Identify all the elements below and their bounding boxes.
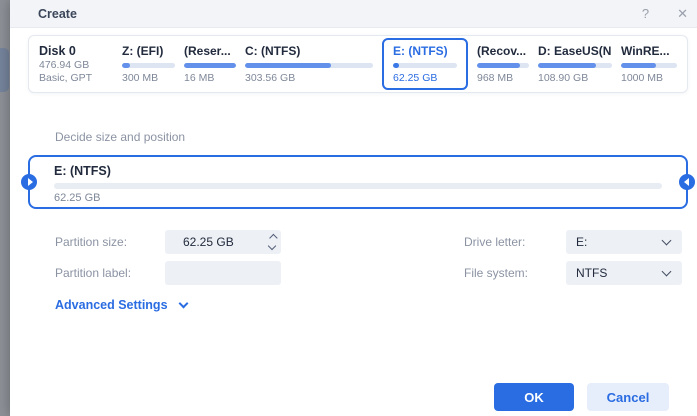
partition-d-easeus[interactable]: D: EaseUS(N... 108.90 GB bbox=[538, 44, 612, 84]
dialog-content: Disk 0 476.94 GB Basic, GPT Z: (EFI) 300… bbox=[10, 28, 697, 416]
file-system-value: NTFS bbox=[576, 266, 663, 280]
chevron-down-icon bbox=[662, 236, 672, 246]
dialog-titlebar: Create ? ✕ bbox=[10, 0, 697, 28]
disk-type: Basic, GPT bbox=[39, 72, 113, 85]
partition-size: 300 MB bbox=[122, 72, 175, 84]
handle-arrow-icon bbox=[28, 178, 33, 186]
resize-partition-name: E: (NTFS) bbox=[54, 164, 662, 178]
partition-usage-bar bbox=[621, 63, 677, 68]
help-icon[interactable]: ? bbox=[638, 5, 653, 22]
partition-usage-fill bbox=[477, 63, 520, 68]
partition-usage-bar bbox=[122, 63, 175, 68]
stepper-down-icon[interactable] bbox=[268, 242, 276, 250]
partition-winre[interactable]: WinRE... 1000 MB bbox=[621, 44, 677, 84]
partition-size: 1000 MB bbox=[621, 72, 677, 84]
resize-partition-size: 62.25 GB bbox=[54, 192, 662, 204]
dialog-footer: OK Cancel bbox=[28, 383, 688, 416]
chevron-down-icon bbox=[178, 299, 188, 309]
ok-button[interactable]: OK bbox=[494, 383, 574, 411]
partition-size-label: Partition size: bbox=[55, 235, 165, 249]
partition-label-input[interactable] bbox=[165, 261, 281, 285]
partition-e-ntfs-selected[interactable]: E: (NTFS) 62.25 GB bbox=[382, 38, 468, 90]
drive-letter-select[interactable]: E: bbox=[566, 230, 682, 254]
close-icon[interactable]: ✕ bbox=[673, 5, 692, 22]
partition-size: 968 MB bbox=[477, 72, 529, 84]
background-app-left-edge bbox=[0, 0, 10, 416]
partition-label: D: EaseUS(N... bbox=[538, 44, 612, 58]
partition-size-field bbox=[165, 230, 281, 254]
partition-usage-fill bbox=[122, 63, 130, 68]
screen: Create ? ✕ Disk 0 476.94 GB Basic, GPT Z… bbox=[0, 0, 697, 416]
disk-size: 476.94 GB bbox=[39, 59, 113, 72]
partition-usage-bar bbox=[393, 63, 457, 68]
partition-resize-box: E: (NTFS) 62.25 GB bbox=[28, 155, 688, 209]
partition-recovery[interactable]: (Recov... 968 MB bbox=[477, 44, 529, 84]
handle-arrow-icon bbox=[684, 178, 689, 186]
file-system-select[interactable]: NTFS bbox=[566, 261, 682, 285]
drive-letter-label: Drive letter: bbox=[464, 235, 566, 249]
partition-c-ntfs[interactable]: C: (NTFS) 303.56 GB bbox=[245, 44, 373, 84]
background-app-pill bbox=[0, 48, 9, 92]
partition-label: (Recov... bbox=[477, 44, 529, 58]
partition-usage-fill bbox=[245, 63, 331, 68]
settings-form: Partition size: Drive letter: E: bbox=[28, 230, 688, 285]
partition-size: 108.90 GB bbox=[538, 72, 612, 84]
partition-label: Z: (EFI) bbox=[122, 44, 175, 58]
partition-size: 62.25 GB bbox=[393, 72, 457, 84]
drive-letter-value: E: bbox=[576, 235, 663, 249]
disk-info[interactable]: Disk 0 476.94 GB Basic, GPT bbox=[39, 44, 113, 85]
partition-label: (Reser... bbox=[184, 44, 236, 58]
partition-size: 16 MB bbox=[184, 72, 236, 84]
resize-handle-left[interactable] bbox=[21, 174, 37, 190]
partition-usage-fill bbox=[538, 63, 596, 68]
partition-usage-fill bbox=[184, 63, 236, 68]
partition-label: E: (NTFS) bbox=[393, 44, 457, 58]
chevron-down-icon bbox=[662, 267, 672, 277]
disk-map-panel: Disk 0 476.94 GB Basic, GPT Z: (EFI) 300… bbox=[28, 35, 688, 93]
advanced-settings-link[interactable]: Advanced Settings bbox=[55, 298, 187, 312]
decide-size-heading: Decide size and position bbox=[55, 130, 688, 144]
partition-usage-fill bbox=[621, 63, 656, 68]
partition-reserved[interactable]: (Reser... 16 MB bbox=[184, 44, 236, 84]
partition-size-stepper bbox=[269, 230, 275, 254]
advanced-settings-label: Advanced Settings bbox=[55, 298, 168, 312]
dialog-title: Create bbox=[38, 7, 77, 21]
partition-label: C: (NTFS) bbox=[245, 44, 373, 58]
form-row-2: Partition label: File system: NTFS bbox=[28, 261, 688, 285]
partition-usage-bar bbox=[538, 63, 612, 68]
partition-usage-bar bbox=[477, 63, 529, 68]
create-dialog: Create ? ✕ Disk 0 476.94 GB Basic, GPT Z… bbox=[10, 0, 697, 416]
partition-usage-bar bbox=[245, 63, 373, 68]
partition-label-field bbox=[165, 261, 281, 285]
file-system-label: File system: bbox=[464, 266, 566, 280]
partition-usage-fill bbox=[393, 63, 399, 68]
cancel-button[interactable]: Cancel bbox=[587, 383, 669, 411]
resize-slider-track[interactable] bbox=[54, 183, 662, 189]
partition-label-label: Partition label: bbox=[55, 266, 165, 280]
partition-size: 303.56 GB bbox=[245, 72, 373, 84]
partition-size-input[interactable] bbox=[165, 230, 281, 254]
resize-handle-right[interactable] bbox=[679, 174, 695, 190]
form-row-1: Partition size: Drive letter: E: bbox=[28, 230, 688, 254]
titlebar-icons: ? ✕ bbox=[638, 5, 692, 22]
partition-usage-bar bbox=[184, 63, 236, 68]
disk-name: Disk 0 bbox=[39, 44, 113, 59]
partition-label: WinRE... bbox=[621, 44, 677, 58]
partition-z-efi[interactable]: Z: (EFI) 300 MB bbox=[122, 44, 175, 84]
